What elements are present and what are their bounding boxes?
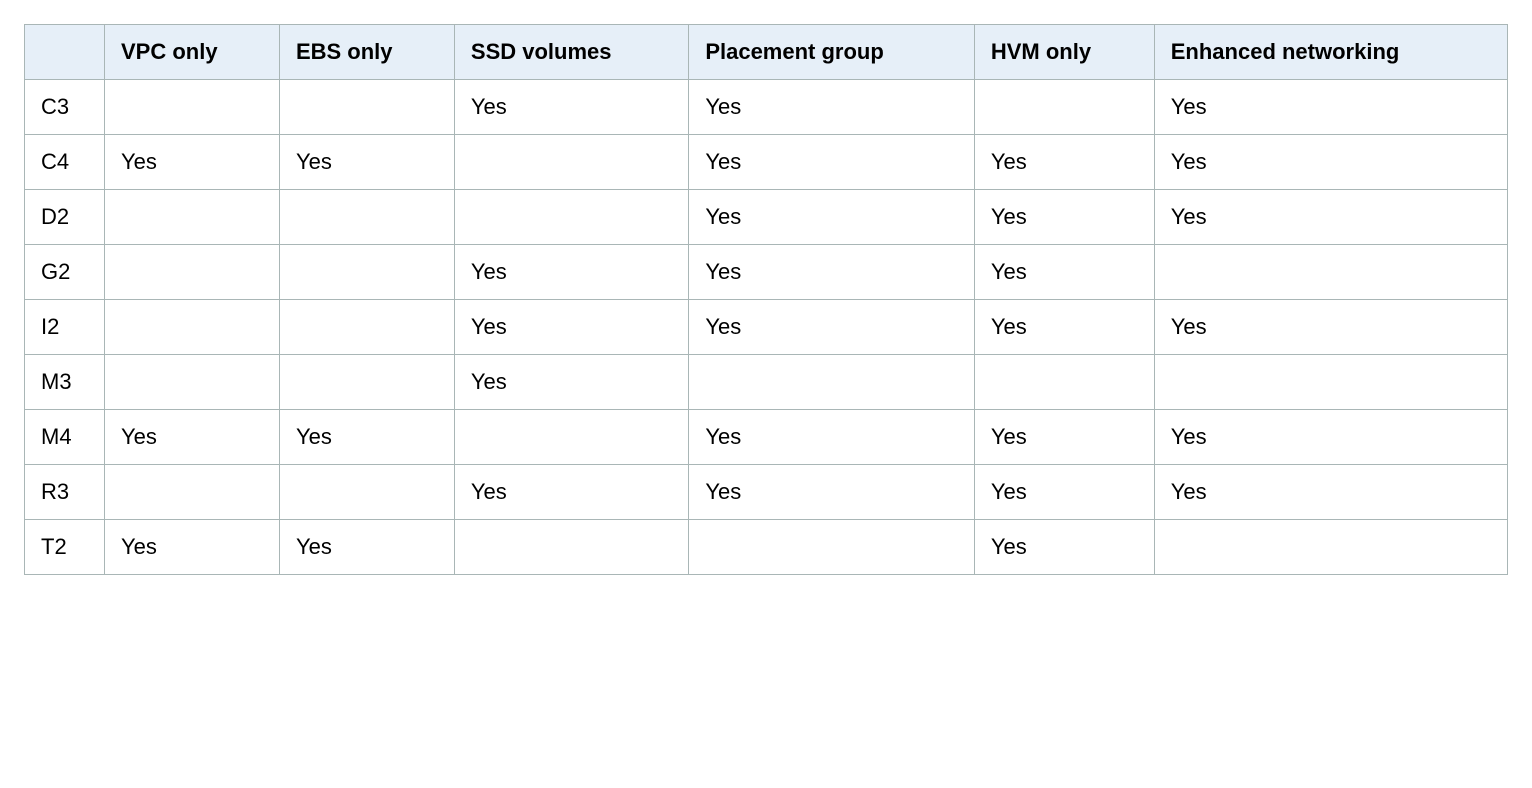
row-label: T2 (25, 520, 105, 575)
table-row: G2 Yes Yes Yes (25, 245, 1508, 300)
table-cell (974, 355, 1154, 410)
column-header: SSD volumes (454, 25, 688, 80)
table-cell: Yes (1154, 135, 1507, 190)
table-row: C4 Yes Yes Yes Yes Yes (25, 135, 1508, 190)
row-label: D2 (25, 190, 105, 245)
table-cell (279, 190, 454, 245)
row-label: I2 (25, 300, 105, 355)
table-cell: Yes (454, 355, 688, 410)
table-cell: Yes (974, 465, 1154, 520)
table-cell: Yes (689, 410, 975, 465)
row-label: G2 (25, 245, 105, 300)
table-row: C3 Yes Yes Yes (25, 80, 1508, 135)
table-cell: Yes (454, 80, 688, 135)
table-cell: Yes (1154, 465, 1507, 520)
table-cell (279, 355, 454, 410)
table-cell: Yes (105, 410, 280, 465)
table-cell (689, 355, 975, 410)
table-cell: Yes (105, 135, 280, 190)
table-header-corner (25, 25, 105, 80)
table-cell (454, 410, 688, 465)
column-header: VPC only (105, 25, 280, 80)
table-cell: Yes (689, 245, 975, 300)
table-row: M3 Yes (25, 355, 1508, 410)
row-label: C4 (25, 135, 105, 190)
table-row: R3 Yes Yes Yes Yes (25, 465, 1508, 520)
table-cell (689, 520, 975, 575)
row-label: C3 (25, 80, 105, 135)
table-cell: Yes (279, 135, 454, 190)
table-cell: Yes (105, 520, 280, 575)
table-cell (105, 245, 280, 300)
table-cell: Yes (454, 465, 688, 520)
table-cell: Yes (1154, 410, 1507, 465)
table-row: I2 Yes Yes Yes Yes (25, 300, 1508, 355)
instance-feature-table: VPC only EBS only SSD volumes Placement … (24, 24, 1508, 575)
table-cell (105, 465, 280, 520)
column-header: EBS only (279, 25, 454, 80)
table-body: C3 Yes Yes Yes C4 Yes Yes Yes Yes Yes D2… (25, 80, 1508, 575)
table-cell (1154, 355, 1507, 410)
table-cell (105, 300, 280, 355)
table-cell: Yes (1154, 300, 1507, 355)
table-cell: Yes (974, 520, 1154, 575)
table-cell: Yes (279, 410, 454, 465)
table-cell: Yes (689, 80, 975, 135)
table-cell: Yes (1154, 80, 1507, 135)
table-cell (1154, 245, 1507, 300)
table-cell: Yes (454, 245, 688, 300)
table-cell: Yes (279, 520, 454, 575)
column-header: Placement group (689, 25, 975, 80)
row-label: M4 (25, 410, 105, 465)
table-cell (105, 80, 280, 135)
table-cell: Yes (974, 245, 1154, 300)
table-cell: Yes (1154, 190, 1507, 245)
column-header: Enhanced networking (1154, 25, 1507, 80)
table-row: D2 Yes Yes Yes (25, 190, 1508, 245)
table-cell (105, 355, 280, 410)
table-cell: Yes (974, 410, 1154, 465)
row-label: R3 (25, 465, 105, 520)
table-cell: Yes (689, 300, 975, 355)
table-header-row: VPC only EBS only SSD volumes Placement … (25, 25, 1508, 80)
table-cell (279, 80, 454, 135)
table-cell: Yes (974, 190, 1154, 245)
table-cell: Yes (974, 135, 1154, 190)
table-cell (1154, 520, 1507, 575)
table-cell (279, 245, 454, 300)
table-cell (454, 190, 688, 245)
table-cell (279, 465, 454, 520)
table-cell (279, 300, 454, 355)
table-cell (105, 190, 280, 245)
table-cell (974, 80, 1154, 135)
row-label: M3 (25, 355, 105, 410)
table-cell: Yes (689, 135, 975, 190)
table-cell: Yes (454, 300, 688, 355)
table-cell (454, 135, 688, 190)
table-cell (454, 520, 688, 575)
table-row: M4 Yes Yes Yes Yes Yes (25, 410, 1508, 465)
table-cell: Yes (974, 300, 1154, 355)
table-cell: Yes (689, 465, 975, 520)
table-cell: Yes (689, 190, 975, 245)
column-header: HVM only (974, 25, 1154, 80)
table-row: T2 Yes Yes Yes (25, 520, 1508, 575)
